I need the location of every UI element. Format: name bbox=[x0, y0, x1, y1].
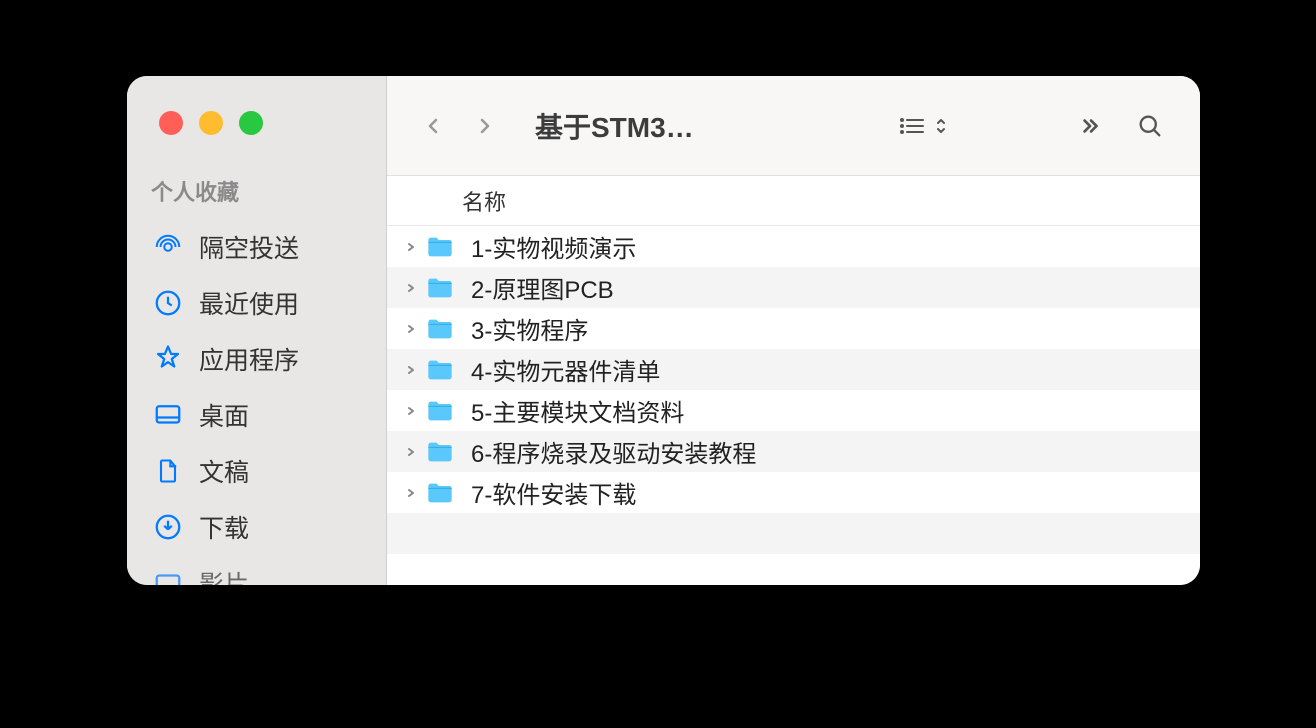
file-row[interactable]: 6-程序烧录及驱动安装教程 bbox=[387, 431, 1200, 472]
disclosure-triangle-icon[interactable] bbox=[403, 324, 419, 334]
toolbar: 基于STM32单片机... bbox=[387, 76, 1200, 176]
folder-icon bbox=[425, 480, 455, 506]
download-icon bbox=[151, 510, 185, 544]
sidebar-item-label: 隔空投送 bbox=[199, 229, 299, 265]
forward-button[interactable] bbox=[463, 104, 507, 148]
sidebar-item-applications[interactable]: 应用程序 bbox=[127, 331, 386, 387]
window-controls bbox=[127, 111, 386, 175]
clock-icon bbox=[151, 286, 185, 320]
sidebar-item-label: 应用程序 bbox=[199, 341, 299, 377]
file-name: 2-原理图PCB bbox=[471, 270, 614, 305]
disclosure-triangle-icon[interactable] bbox=[403, 488, 419, 498]
chevron-double-right-icon bbox=[1077, 113, 1103, 139]
minimize-button[interactable] bbox=[199, 111, 223, 135]
file-name: 7-软件安装下载 bbox=[471, 475, 636, 510]
more-button[interactable] bbox=[1064, 104, 1116, 148]
sidebar-item-label: 下载 bbox=[199, 509, 249, 545]
file-row[interactable]: 4-实物元器件清单 bbox=[387, 349, 1200, 390]
file-row[interactable]: 5-主要模块文档资料 bbox=[387, 390, 1200, 431]
close-button[interactable] bbox=[159, 111, 183, 135]
fullscreen-button[interactable] bbox=[239, 111, 263, 135]
file-row[interactable]: 7-软件安装下载 bbox=[387, 472, 1200, 513]
window-title: 基于STM32单片机... bbox=[535, 106, 703, 146]
main-content: 基于STM32单片机... bbox=[387, 76, 1200, 585]
sidebar-section-favorites: 个人收藏 bbox=[127, 175, 386, 219]
back-button[interactable] bbox=[411, 104, 455, 148]
file-name: 1-实物视频演示 bbox=[471, 229, 636, 264]
finder-window: 个人收藏 隔空投送 最近使用 bbox=[127, 76, 1200, 585]
disclosure-triangle-icon[interactable] bbox=[403, 406, 419, 416]
folder-icon bbox=[425, 275, 455, 301]
empty-row bbox=[387, 513, 1200, 554]
sidebar-item-downloads[interactable]: 下载 bbox=[127, 499, 386, 555]
list-view-icon bbox=[896, 114, 930, 138]
file-name: 6-程序烧录及驱动安装教程 bbox=[471, 434, 756, 469]
movies-icon bbox=[151, 566, 185, 585]
file-name: 3-实物程序 bbox=[471, 311, 588, 346]
sidebar-item-label: 影片 bbox=[199, 565, 249, 585]
disclosure-triangle-icon[interactable] bbox=[403, 447, 419, 457]
column-name-header: 名称 bbox=[462, 185, 506, 217]
desktop-icon bbox=[151, 398, 185, 432]
file-row[interactable]: 2-原理图PCB bbox=[387, 267, 1200, 308]
column-header[interactable]: 名称 bbox=[387, 176, 1200, 226]
airdrop-icon bbox=[151, 230, 185, 264]
folder-icon bbox=[425, 316, 455, 342]
sidebar-item-label: 桌面 bbox=[199, 397, 249, 433]
view-mode-button[interactable] bbox=[886, 114, 958, 138]
empty-row bbox=[387, 554, 1200, 585]
file-name: 4-实物元器件清单 bbox=[471, 352, 660, 387]
chevron-updown-icon bbox=[934, 114, 948, 138]
folder-icon bbox=[425, 439, 455, 465]
file-list: 1-实物视频演示 2-原理图PCB 3-实物程序 4-实物元器件清单 5-主要模… bbox=[387, 226, 1200, 585]
disclosure-triangle-icon[interactable] bbox=[403, 365, 419, 375]
search-button[interactable] bbox=[1124, 104, 1176, 148]
search-icon bbox=[1136, 112, 1164, 140]
sidebar: 个人收藏 隔空投送 最近使用 bbox=[127, 76, 387, 585]
sidebar-item-documents[interactable]: 文稿 bbox=[127, 443, 386, 499]
disclosure-triangle-icon[interactable] bbox=[403, 242, 419, 252]
file-name: 5-主要模块文档资料 bbox=[471, 393, 684, 428]
document-icon bbox=[151, 454, 185, 488]
sidebar-item-airdrop[interactable]: 隔空投送 bbox=[127, 219, 386, 275]
folder-icon bbox=[425, 234, 455, 260]
folder-icon bbox=[425, 398, 455, 424]
sidebar-item-recents[interactable]: 最近使用 bbox=[127, 275, 386, 331]
folder-icon bbox=[425, 357, 455, 383]
sidebar-item-desktop[interactable]: 桌面 bbox=[127, 387, 386, 443]
file-row[interactable]: 1-实物视频演示 bbox=[387, 226, 1200, 267]
sidebar-item-label: 文稿 bbox=[199, 453, 249, 489]
sidebar-item-label: 最近使用 bbox=[199, 285, 299, 321]
apps-icon bbox=[151, 342, 185, 376]
disclosure-triangle-icon[interactable] bbox=[403, 283, 419, 293]
sidebar-item-movies[interactable]: 影片 bbox=[127, 555, 386, 585]
file-row[interactable]: 3-实物程序 bbox=[387, 308, 1200, 349]
